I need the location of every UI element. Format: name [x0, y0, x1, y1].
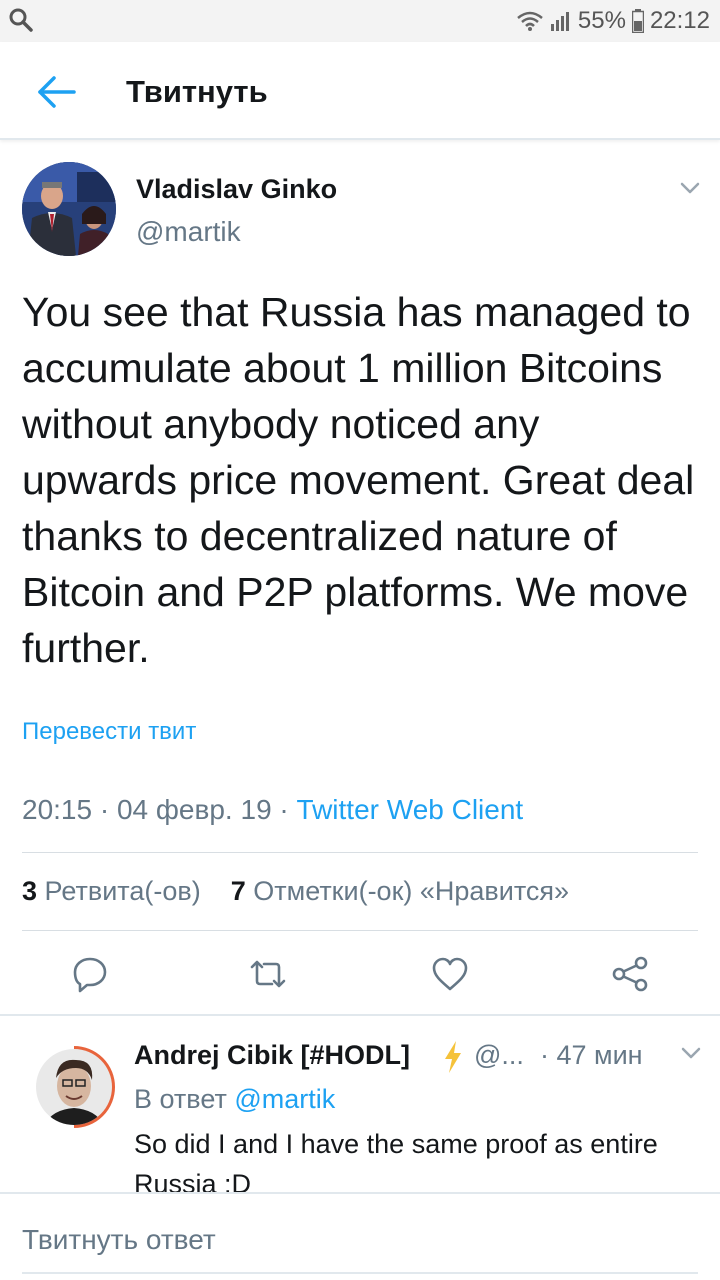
retweet-label: Ретвита(-ов)	[44, 876, 201, 906]
divider	[22, 852, 698, 853]
like-stat[interactable]: 7 Отметки(-ок) «Нравится»	[231, 876, 569, 906]
reply-time: · 47 мин	[540, 1040, 643, 1070]
wifi-icon	[517, 11, 543, 31]
reply-author-handle[interactable]: @...	[474, 1040, 524, 1071]
reply-text: So did I and I have the same proof as en…	[134, 1129, 658, 1194]
reply-to-mention[interactable]: @martik	[234, 1084, 335, 1114]
author-name[interactable]: Vladislav Ginko	[136, 174, 337, 205]
reply-to-line: В ответ @martik	[134, 1084, 335, 1115]
author-handle[interactable]: @martik	[136, 216, 241, 248]
reply-icon[interactable]	[70, 954, 110, 994]
lightning-bolt-icon	[445, 1041, 461, 1073]
like-label: Отметки(-ок) «Нравится»	[253, 876, 570, 906]
battery-icon	[631, 9, 644, 33]
status-indicators: 55% 22:12	[516, 7, 710, 35]
avatar-image	[22, 162, 116, 256]
search-icon[interactable]	[8, 7, 34, 33]
page-title: Твитнуть	[126, 74, 268, 109]
clock: 22:12	[649, 7, 710, 34]
reply-avatar-image	[36, 1046, 115, 1128]
reply-input[interactable]: Твитнуть ответ	[22, 1224, 216, 1256]
app-header: Твитнуть	[0, 42, 720, 140]
reply-to-prefix: В ответ	[134, 1084, 235, 1114]
chevron-down-icon[interactable]	[678, 1042, 704, 1064]
reply-composer[interactable]: Твитнуть ответ	[0, 1192, 720, 1280]
composer-underline	[22, 1272, 698, 1274]
status-bar: 55% 22:12	[0, 0, 720, 42]
translate-tweet-link[interactable]: Перевести твит	[22, 718, 196, 746]
retweet-stat[interactable]: 3 Ретвита(-ов)	[22, 876, 201, 906]
avatar[interactable]	[22, 162, 116, 256]
tweet-timestamp: 20:15 · 04 февр. 19 ·	[22, 794, 297, 825]
thread-separator	[0, 1014, 720, 1016]
battery-percent: 55%	[577, 7, 626, 34]
tweet-text: You see that Russia has managed to accum…	[22, 289, 695, 671]
reply-author-name[interactable]: Andrej Cibik [#HODL]	[134, 1040, 410, 1071]
retweet-icon[interactable]	[248, 954, 288, 994]
chevron-down-icon[interactable]	[676, 176, 704, 200]
tweet-actions	[0, 950, 720, 1000]
signal-icon	[550, 12, 569, 31]
tweet-client-link[interactable]: Twitter Web Client	[297, 794, 524, 825]
share-icon[interactable]	[610, 954, 650, 994]
tweet-meta: 20:15 · 04 февр. 19 · Twitter Web Client	[22, 794, 523, 826]
tweet-stats: 3 Ретвита(-ов) 7 Отметки(-ок) «Нравится»	[22, 876, 569, 907]
retweet-count: 3	[22, 876, 38, 906]
reply-avatar[interactable]	[36, 1040, 116, 1134]
divider	[22, 930, 698, 931]
back-arrow-icon[interactable]	[34, 70, 78, 114]
like-count: 7	[230, 876, 246, 906]
like-heart-icon[interactable]	[430, 954, 470, 994]
